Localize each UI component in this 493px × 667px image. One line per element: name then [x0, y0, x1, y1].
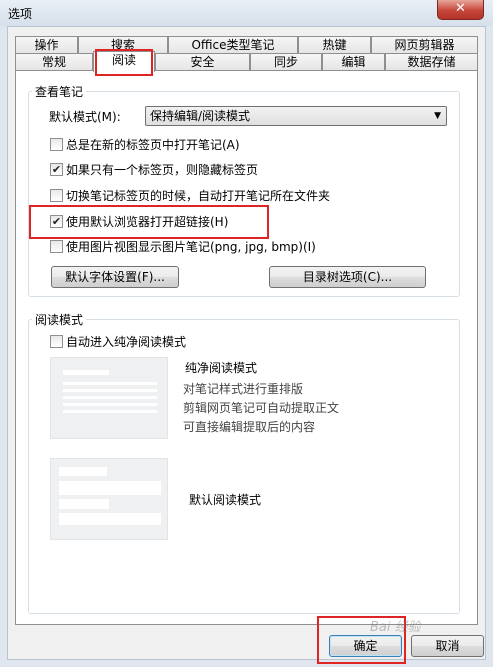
ok-button[interactable]: 确定 — [329, 635, 402, 657]
checkbox-open-new-tab-label: 总是在新的标签页中打开笔记(A) — [66, 138, 240, 152]
close-icon: ✕ — [455, 1, 466, 16]
preview-line — [59, 513, 161, 525]
tab-general[interactable]: 常规 — [15, 53, 93, 71]
checkbox-image-view[interactable] — [50, 240, 63, 253]
tab-operation[interactable]: 操作 — [15, 36, 78, 54]
default-font-button[interactable]: 默认字体设置(F)... — [51, 266, 179, 288]
preview-line — [63, 403, 157, 406]
tree-options-button[interactable]: 目录树选项(C)... — [269, 266, 426, 288]
tab-sync[interactable]: 同步 — [250, 53, 322, 71]
preview-line — [63, 410, 157, 413]
title-bar: 选项 ✕ — [0, 0, 493, 26]
preview-line — [63, 370, 109, 375]
checkbox-auto-pure-mode-label: 自动进入纯净阅读模式 — [66, 335, 187, 349]
tab-data-storage[interactable]: 数据存储 — [385, 53, 478, 71]
pure-mode-desc-1: 对笔记样式进行重排版 — [183, 382, 304, 396]
preview-line — [63, 389, 157, 392]
tab-reading[interactable]: 阅读 — [93, 51, 155, 72]
preview-line — [59, 499, 109, 509]
pure-mode-title: 纯净阅读模式 — [185, 361, 258, 375]
default-mode-select[interactable]: 保持编辑/阅读模式 ▼ — [145, 106, 447, 126]
reading-tab-panel: 查看笔记 默认模式(M): 保持编辑/阅读模式 ▼ 总是在新的标签页中打开笔记(… — [15, 70, 478, 625]
close-button[interactable]: ✕ — [437, 0, 484, 20]
preview-line — [59, 467, 107, 476]
checkbox-open-new-tab[interactable] — [50, 138, 63, 151]
default-mode-value: 保持编辑/阅读模式 — [150, 109, 251, 123]
pure-mode-preview[interactable] — [50, 357, 168, 439]
checkbox-default-browser-label: 使用默认浏览器打开超链接(H) — [66, 215, 229, 229]
pure-mode-desc-2: 剪辑网页笔记可自动提取正文 — [183, 401, 340, 415]
cancel-button[interactable]: 取消 — [411, 635, 484, 657]
checkbox-auto-open-folder[interactable] — [50, 189, 63, 202]
checkbox-default-browser[interactable]: ✔ — [50, 215, 63, 228]
checkmark-icon: ✔ — [51, 215, 62, 228]
checkmark-icon: ✔ — [51, 163, 62, 176]
tab-office-notes[interactable]: Office类型笔记 — [168, 36, 298, 54]
checkbox-hide-single-tab[interactable]: ✔ — [50, 163, 63, 176]
tab-security[interactable]: 安全 — [155, 53, 250, 71]
preview-line — [63, 396, 157, 399]
tab-edit[interactable]: 编辑 — [322, 53, 385, 71]
checkbox-image-view-label: 使用图片视图显示图片笔记(png, jpg, bmp)(I) — [66, 240, 316, 254]
window-title: 选项 — [8, 7, 33, 21]
tab-web-clipper[interactable]: 网页剪辑器 — [371, 36, 478, 54]
checkbox-hide-single-tab-label: 如果只有一个标签页，则隐藏标签页 — [66, 163, 259, 177]
reading-mode-group-title: 阅读模式 — [32, 311, 87, 328]
checkbox-auto-pure-mode[interactable] — [50, 335, 63, 348]
default-mode-title: 默认阅读模式 — [189, 493, 262, 507]
checkbox-auto-open-folder-label: 切换笔记标签页的时候，自动打开笔记所在文件夹 — [66, 189, 331, 203]
dropdown-arrow-icon: ▼ — [434, 111, 441, 121]
tab-hotkeys[interactable]: 热键 — [298, 36, 371, 54]
pure-mode-desc-3: 可直接编辑提取后的内容 — [183, 420, 316, 434]
view-notes-group-title: 查看笔记 — [32, 83, 87, 100]
preview-line — [59, 481, 161, 495]
watermark: Bai 经验 — [370, 620, 421, 635]
default-mode-preview[interactable] — [50, 458, 168, 540]
default-mode-label: 默认模式(M): — [49, 110, 121, 124]
preview-line — [63, 382, 157, 385]
